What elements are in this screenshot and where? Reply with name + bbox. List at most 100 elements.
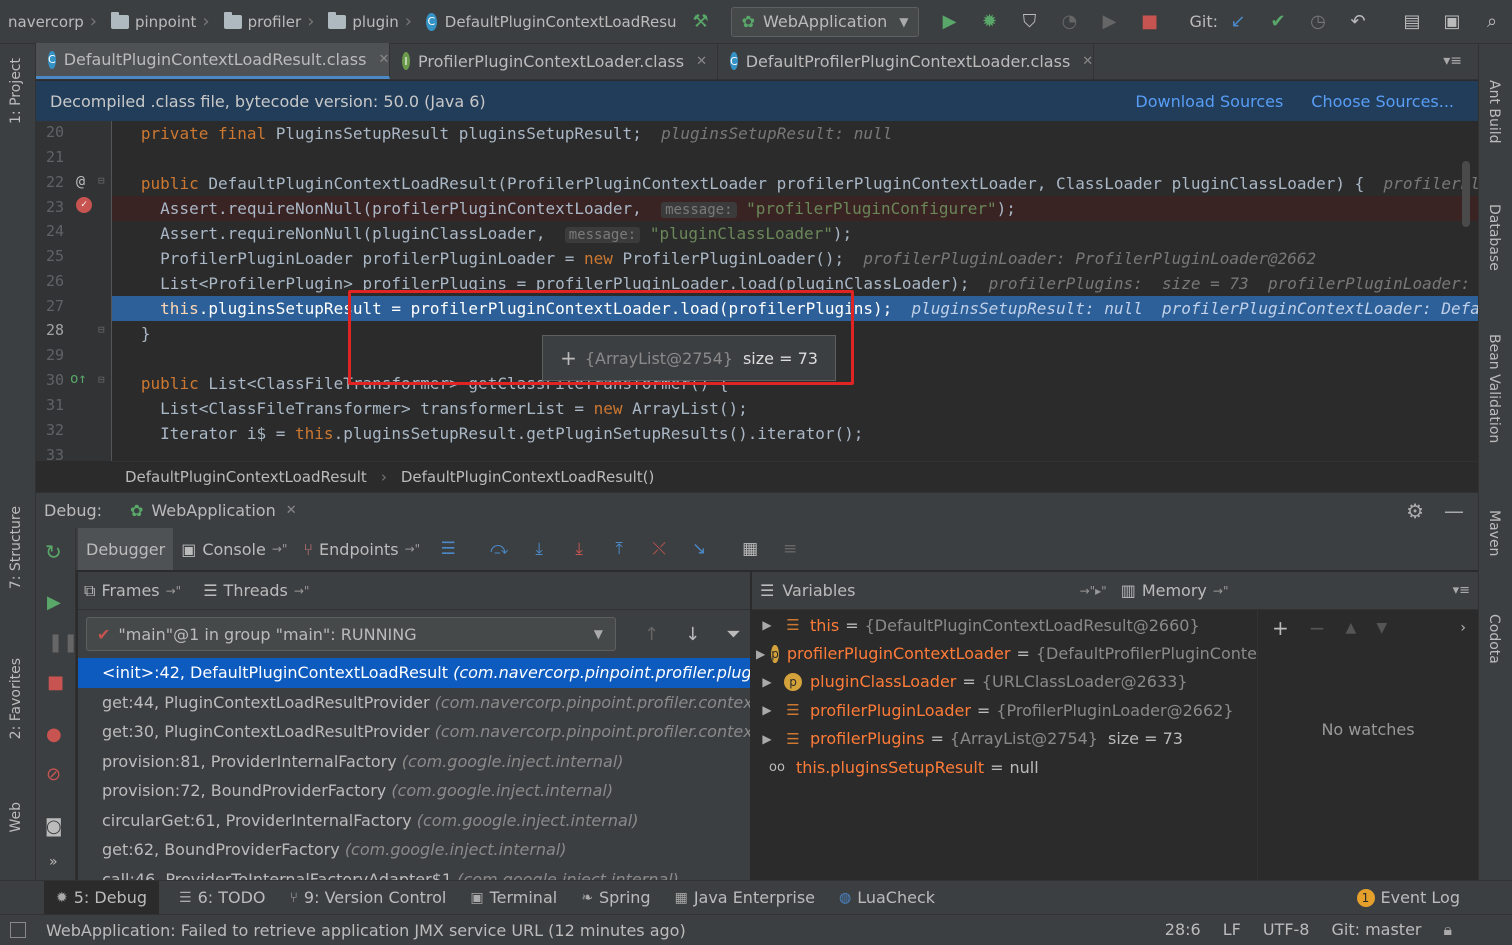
thread-select[interactable]: ✔ "main"@1 in group "main": RUNNING ▼ [86,617,616,651]
tool-java-enterprise[interactable]: ▦ Java Enterprise [663,881,827,915]
breadcrumb-class-name[interactable]: DefaultPluginContextLoadResult [125,468,367,486]
line-separator[interactable]: LF [1223,920,1241,940]
move-down-icon[interactable]: ▼ [1376,620,1387,636]
view-breakpoints-icon[interactable]: ● [46,724,62,745]
close-icon[interactable]: ✕ [378,52,389,67]
expand-arrow-icon[interactable]: ▶ [756,675,778,689]
more-icon[interactable]: » [49,854,58,870]
close-icon[interactable]: ✕ [1082,54,1093,69]
profile-icon[interactable]: ◔ [1055,8,1083,36]
choose-sources-link[interactable]: Choose Sources... [1311,92,1454,111]
show-execution-point-icon[interactable]: ☰ [437,538,459,560]
expand-arrow-icon[interactable]: ▶ [756,732,778,746]
frame-item[interactable]: get:62, BoundProviderFactory (com.google… [78,835,750,865]
run-to-cursor-icon[interactable]: ↘ [688,538,710,560]
expand-arrow-icon[interactable]: ▶ [756,647,765,661]
memory-tab[interactable]: ▥ Memory →" [1121,581,1229,600]
variable-row[interactable]: ▶ p pluginClassLoader = {URLClassLoader@2633… [752,668,1257,696]
tool-favorites[interactable]: 2: Favorites [8,658,24,739]
tab-default-profiler-plugin-context-loader[interactable]: C DefaultProfilerPluginContextLoader.clas… [718,43,1094,79]
frame-item[interactable]: call:46, ProviderToInternalFactoryAdapte… [78,865,750,881]
tab-debugger[interactable]: Debugger [78,528,174,570]
camera-icon[interactable]: ◙ [45,816,62,837]
step-into-icon[interactable]: ⤓ [528,538,550,560]
pin-icon[interactable]: →"▸" [1080,584,1107,598]
step-out-icon[interactable]: ⤒ [608,538,630,560]
variable-row[interactable]: ▶ ☰ profilerPluginLoader = {ProfilerPluginLo… [752,696,1257,724]
tool-maven[interactable]: Maven [1486,510,1502,556]
status-message[interactable]: WebApplication: Failed to retrieve appli… [46,921,686,940]
gear-icon[interactable]: ⚙ [1406,499,1424,523]
breadcrumb-pinpoint[interactable]: pinpoint › [107,0,220,44]
pause-icon[interactable]: ❚❚ [48,632,78,653]
caret-position[interactable]: 28:6 [1165,920,1201,940]
tool-web[interactable]: Web [8,802,24,833]
tool-version-control[interactable]: ⑂ 9: Version Control [278,881,459,915]
presentation-icon[interactable]: ▣ [1438,8,1466,36]
close-icon[interactable]: ✕ [696,54,707,69]
tool-codota[interactable]: Codota [1486,614,1502,664]
threads-tab[interactable]: ☰ Threads →" [203,581,309,600]
step-over-icon[interactable]: ⤼ [488,538,510,560]
stop-icon[interactable]: ■ [47,672,64,693]
trace-icon[interactable]: ≡ [779,538,801,560]
resume-icon[interactable]: ▶ [47,592,61,613]
evaluate-icon[interactable]: ▦ [739,538,761,560]
expand-arrow-icon[interactable]: ▶ [756,703,778,717]
tab-console[interactable]: ▣ Console →" [173,528,295,570]
tool-database[interactable]: Database [1486,204,1502,271]
search-icon[interactable]: ⌕ [1478,8,1506,36]
file-encoding[interactable]: UTF-8 [1263,920,1310,940]
git-update-icon[interactable]: ↙ [1224,8,1252,36]
annotation-icon[interactable]: @ [76,172,85,190]
variable-row[interactable]: ▶ ☰ this = {DefaultPluginContextLoadResult@2… [752,611,1257,639]
status-panel-icon[interactable] [10,922,26,938]
lock-icon[interactable]: 🔒︎ [1443,920,1452,940]
tool-bean-validation[interactable]: Bean Validation [1486,334,1502,443]
tool-spring[interactable]: ❧ Spring [569,881,662,915]
fold-icon[interactable]: ⊟ [98,373,105,386]
force-step-into-icon[interactable]: ⤓ [568,538,590,560]
close-icon[interactable]: ✕ [286,503,297,518]
tool-terminal[interactable]: ▣ Terminal [458,881,569,915]
frame-down-icon[interactable]: ↓ [685,624,700,645]
run-configuration-select[interactable]: ✿ WebApplication ▼ [730,6,920,37]
drop-frame-icon[interactable]: ⤬ [648,538,670,560]
filter-icon[interactable]: ⏷ [726,624,740,645]
debug-session-tab[interactable]: ✿ WebApplication ✕ [130,501,297,520]
git-commit-icon[interactable]: ✔ [1264,8,1292,36]
rerun-icon[interactable]: ↻ [45,540,62,564]
variable-row[interactable]: ▶ ☰ profilerPlugins = {ArrayList@2754} size =… [752,725,1257,753]
tool-debug[interactable]: ✹ 5: Debug [44,880,160,915]
editor-scrollbar[interactable] [1462,161,1470,227]
event-log[interactable]: 1 Event Log [1345,881,1473,915]
debug-icon[interactable]: ✹ [975,8,1003,36]
stop-icon[interactable]: ■ [1135,8,1163,36]
frame-item[interactable]: provision:72, BoundProviderFactory (com.… [78,776,750,806]
breadcrumb-profiler[interactable]: profiler › [220,0,325,44]
frame-item[interactable]: circularGet:61, ProviderInternalFactory … [78,806,750,836]
mute-breakpoints-icon[interactable]: ⊘ [46,764,61,785]
breadcrumb-navercorp[interactable]: navercorp › [0,0,107,44]
more-icon[interactable]: › [1460,620,1466,636]
tab-endpoints[interactable]: ⑂ Endpoints →" [295,528,428,570]
project-structure-icon[interactable]: ▤ [1398,8,1426,36]
run-icon[interactable]: ▶ [935,8,963,36]
move-up-icon[interactable]: ▲ [1346,620,1357,636]
frame-item[interactable]: <init>:42, DefaultPluginContextLoadResul… [78,658,750,688]
tool-structure[interactable]: 7: Structure [8,506,24,589]
remove-watch-icon[interactable]: − [1309,616,1326,640]
breadcrumb-class[interactable]: C DefaultPluginContextLoadResu [422,0,681,44]
git-branch[interactable]: Git: master [1331,920,1421,940]
breadcrumb-plugin[interactable]: plugin › [324,0,422,44]
add-watch-icon[interactable]: + [1272,616,1289,640]
frame-item[interactable]: get:44, PluginContextLoadResultProvider … [78,688,750,718]
tab-profiler-plugin-context-loader[interactable]: I ProfilerPluginContextLoader.class ✕ [390,43,718,79]
expand-arrow-icon[interactable]: ▶ [756,618,778,632]
fold-icon[interactable]: ⊟ [98,323,105,336]
tool-project[interactable]: 1: Project [8,58,24,124]
breadcrumb-constructor[interactable]: DefaultPluginContextLoadResult() [401,468,655,486]
download-sources-link[interactable]: Download Sources [1135,92,1283,111]
resume-disabled-icon[interactable]: ▶ [1095,8,1123,36]
override-icon[interactable]: o↑ [70,371,87,387]
